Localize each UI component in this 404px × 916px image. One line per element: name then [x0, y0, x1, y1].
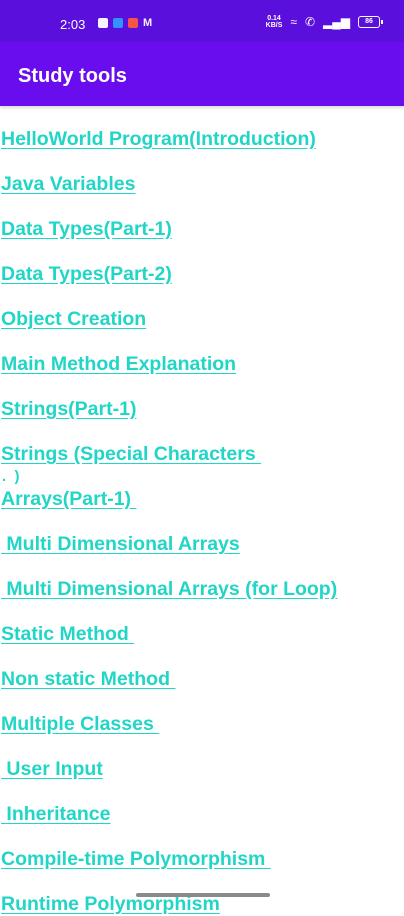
topic-link-helloworld[interactable]: HelloWorld Program(Introduction) [1, 127, 316, 151]
topic-link-multi-dim-arrays[interactable]: Multi Dimensional Arrays [1, 532, 239, 556]
system-icons: 0.14 KB/S ≈ ✆ ▂▄▆ 86 [266, 15, 383, 29]
status-time: 2:03 [60, 17, 86, 32]
topic-link-strings-special[interactable]: Strings (Special Characters [1, 442, 261, 466]
wifi-icon: ≈ [290, 15, 297, 29]
topic-link-static-method[interactable]: Static Method [1, 622, 134, 646]
stray-text: . ) [2, 468, 20, 485]
scroll-indicator[interactable] [136, 893, 270, 897]
message-icon [98, 18, 108, 28]
topic-link-data-types-1[interactable]: Data Types(Part-1) [1, 217, 172, 241]
call-icon: ✆ [304, 15, 316, 29]
topic-link-multiple-classes[interactable]: Multiple Classes [1, 712, 159, 736]
app-bar: Study tools [0, 42, 404, 106]
topic-link-data-types-2[interactable]: Data Types(Part-2) [1, 262, 172, 286]
topic-link-object-creation[interactable]: Object Creation [1, 307, 146, 331]
topic-link-multi-dim-arrays-loop[interactable]: Multi Dimensional Arrays (for Loop) [1, 577, 337, 601]
topic-link-arrays-1[interactable]: Arrays(Part-1) [1, 487, 136, 511]
notification-icons: M [98, 17, 153, 29]
topic-link-main-method[interactable]: Main Method Explanation [1, 352, 236, 376]
signal-icon: ▂▄▆ [323, 15, 350, 29]
topic-link-compile-time-polymorphism[interactable]: Compile-time Polymorphism [1, 847, 271, 871]
battery-level: 86 [365, 18, 373, 25]
app-icon [113, 18, 123, 28]
network-speed-value: 0.14 [267, 15, 281, 22]
topic-link-user-input[interactable]: User Input [1, 757, 102, 781]
status-bar: 2:03 M 0.14 KB/S ≈ ✆ ▂▄▆ 86 [0, 0, 404, 42]
topic-link-java-variables[interactable]: Java Variables [1, 172, 135, 196]
topic-link-inheritance[interactable]: Inheritance [1, 802, 110, 826]
topic-link-strings-1[interactable]: Strings(Part-1) [1, 397, 136, 421]
shopping-icon [128, 18, 138, 28]
topic-link-non-static-method[interactable]: Non static Method [1, 667, 175, 691]
network-speed: 0.14 KB/S [266, 15, 283, 29]
network-speed-unit: KB/S [265, 22, 283, 29]
battery-icon: 86 [358, 16, 383, 28]
app-title: Study tools [18, 65, 127, 87]
m-icon: M [143, 17, 153, 29]
